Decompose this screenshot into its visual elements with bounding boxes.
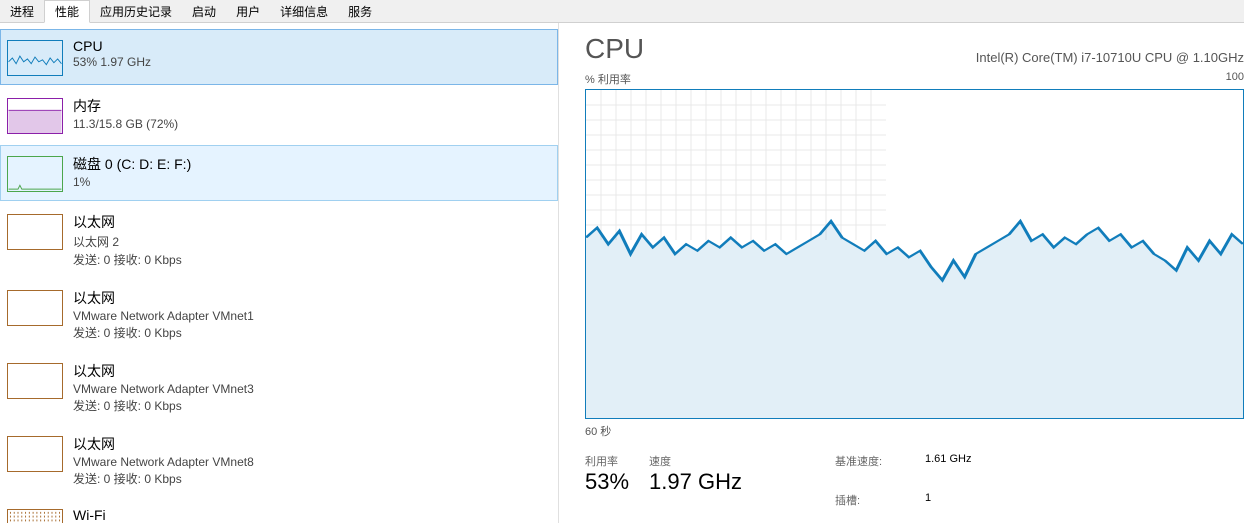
sidebar-item-0[interactable]: CPU53% 1.97 GHz <box>0 29 558 85</box>
sidebar-item-2[interactable]: 磁盘 0 (C: D: E: F:)1% <box>0 145 558 201</box>
chart-x-label: 60 秒 <box>585 423 1244 439</box>
small-stats: 基准速度:1.61 GHz插槽:1内核:6逻辑处理器:12 <box>835 453 971 523</box>
chart-y-max: 100 <box>1226 71 1244 87</box>
thumb-icon <box>7 40 63 76</box>
main-title: CPU <box>585 33 644 65</box>
smallstat-label: 插槽: <box>835 492 925 523</box>
thumb-icon <box>7 436 63 472</box>
tab-进程[interactable]: 进程 <box>0 0 44 22</box>
main-panel: CPU Intel(R) Core(TM) i7-10710U CPU @ 1.… <box>559 23 1244 523</box>
stat-速度: 速度1.97 GHz <box>649 453 742 495</box>
thumb-icon <box>7 156 63 192</box>
sidebar-item-3[interactable]: 以太网以太网 2发送: 0 接收: 0 Kbps <box>0 203 558 277</box>
tabs-bar: 进程性能应用历史记录启动用户详细信息服务 <box>0 0 1244 23</box>
smallstat-value: 1 <box>925 492 971 523</box>
tab-用户[interactable]: 用户 <box>226 0 270 22</box>
thumb-icon <box>7 98 63 134</box>
cpu-utilization-chart <box>585 89 1244 419</box>
sidebar-item-6[interactable]: 以太网VMware Network Adapter VMnet8发送: 0 接收… <box>0 425 558 496</box>
tab-性能[interactable]: 性能 <box>44 0 90 23</box>
stat-利用率: 利用率53% <box>585 453 629 495</box>
thumb-icon <box>7 509 63 523</box>
thumb-icon <box>7 214 63 250</box>
big-stats: 利用率53%速度1.97 GHz进程249线程3498句柄117139 <box>585 453 795 523</box>
cpu-description: Intel(R) Core(TM) i7-10710U CPU @ 1.10GH… <box>976 50 1244 65</box>
sidebar-item-7[interactable]: Wi-FiWLAN <box>0 498 558 523</box>
tab-应用历史记录[interactable]: 应用历史记录 <box>90 0 182 22</box>
sidebar: CPU53% 1.97 GHz 内存11.3/15.8 GB (72%) 磁盘 … <box>0 23 559 523</box>
tab-详细信息[interactable]: 详细信息 <box>270 0 338 22</box>
chart-y-label: % 利用率 <box>585 71 631 87</box>
sidebar-item-5[interactable]: 以太网VMware Network Adapter VMnet3发送: 0 接收… <box>0 352 558 423</box>
smallstat-value: 1.61 GHz <box>925 453 971 489</box>
tab-启动[interactable]: 启动 <box>182 0 226 22</box>
sidebar-item-4[interactable]: 以太网VMware Network Adapter VMnet1发送: 0 接收… <box>0 279 558 350</box>
tab-服务[interactable]: 服务 <box>338 0 382 22</box>
sidebar-item-1[interactable]: 内存11.3/15.8 GB (72%) <box>0 87 558 143</box>
thumb-icon <box>7 290 63 326</box>
smallstat-label: 基准速度: <box>835 453 925 489</box>
thumb-icon <box>7 363 63 399</box>
